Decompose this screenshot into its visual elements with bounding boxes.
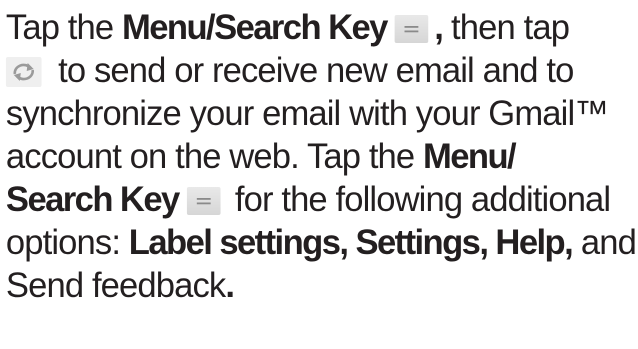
sync-icon xyxy=(5,57,42,87)
text: account on the web. Tap the xyxy=(5,137,424,176)
text: and xyxy=(572,223,637,262)
menu-icon xyxy=(394,15,429,43)
line-5: Search Key for the following additional xyxy=(6,178,631,221)
line-6: options: Label settings, Settings, Help,… xyxy=(5,221,637,264)
line-3: synchronize your email with your Gmail™ xyxy=(6,92,631,135)
text: synchronize your email with your Gmail™ xyxy=(5,94,609,133)
text: . xyxy=(225,266,235,305)
line-4: account on the web. Tap the Menu/ xyxy=(6,135,631,178)
line-1: Tap the Menu/Search Key, then tap xyxy=(6,6,631,49)
text: Send feedback xyxy=(5,266,226,305)
search-key-label: Search Key xyxy=(5,180,180,219)
line-7: Send feedback. xyxy=(6,264,631,307)
text: Tap the xyxy=(5,8,122,47)
menu-icon xyxy=(186,187,221,215)
instruction-paragraph: Tap the Menu/Search Key, then tap to sen… xyxy=(0,0,637,349)
text: options: xyxy=(5,223,129,262)
menu-label: Menu/ xyxy=(423,137,517,176)
options-list: Label settings, Settings, Help, xyxy=(128,223,574,262)
text: to send or receive new email and to xyxy=(49,51,574,90)
menu-search-key-label: Menu/Search Key xyxy=(121,8,388,47)
text: for the following additional xyxy=(226,180,611,219)
line-2: to send or receive new email and to xyxy=(5,49,631,92)
text: then tap xyxy=(442,8,570,47)
